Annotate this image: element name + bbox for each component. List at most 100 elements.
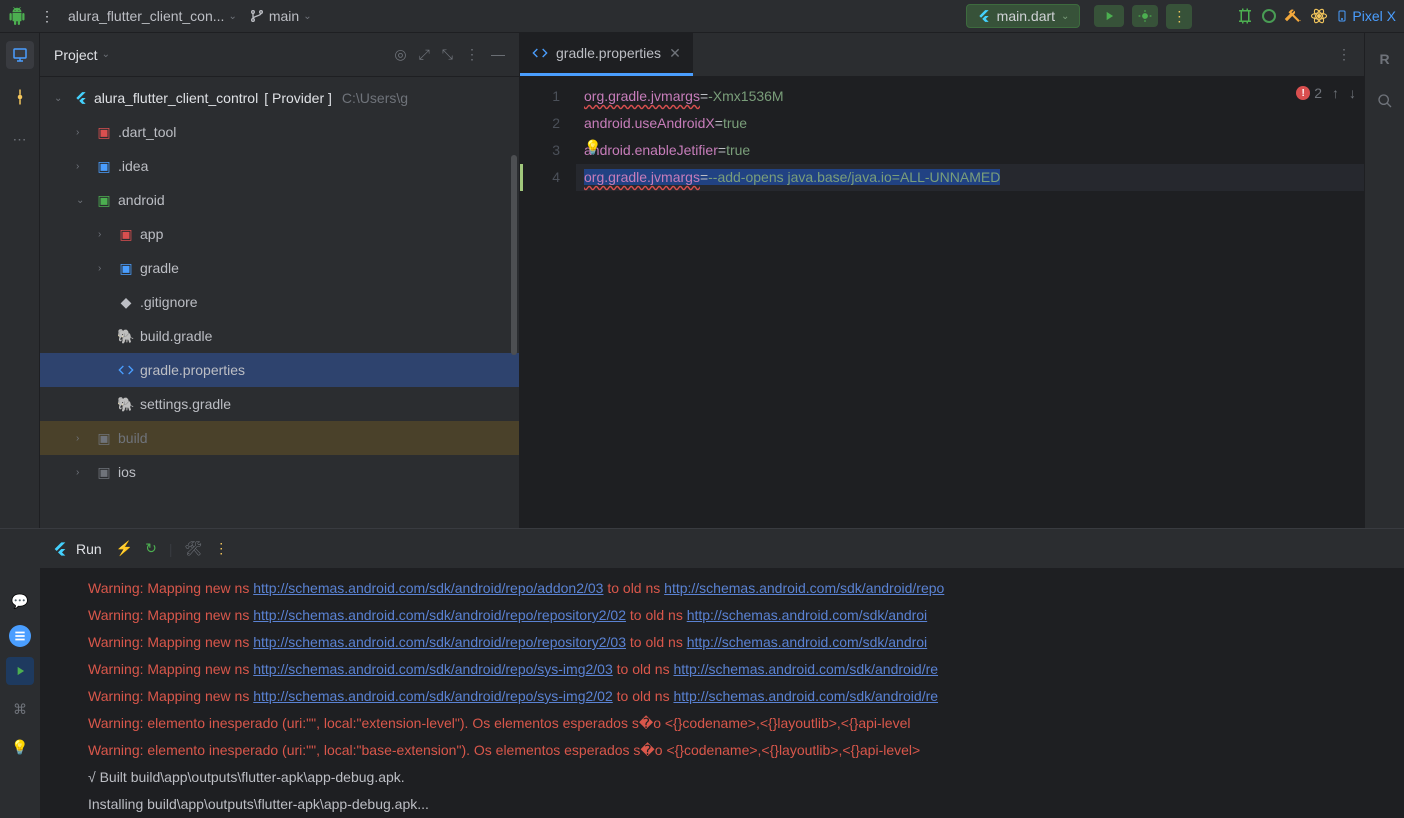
- search-icon[interactable]: [1371, 87, 1399, 115]
- chevron-right-icon: ›: [76, 467, 90, 478]
- line-number: 4: [520, 164, 576, 191]
- record-icon[interactable]: [1262, 9, 1276, 23]
- folder-icon: ▣: [118, 226, 134, 242]
- chevron-down-icon: ⌄: [303, 11, 311, 22]
- problems-icon[interactable]: 💡: [6, 733, 34, 761]
- error-badge[interactable]: ! 2: [1296, 85, 1322, 101]
- project-name-label: alura_flutter_client_con...: [68, 8, 224, 24]
- chevron-down-icon: ⌄: [228, 11, 236, 22]
- atom-icon[interactable]: [1310, 7, 1328, 25]
- play-icon[interactable]: [6, 657, 34, 685]
- branch-label: main: [269, 8, 299, 24]
- run-output[interactable]: ↑ ↓ ↩ 🖶 🗑 Warning: Mapping new ns http:/…: [40, 569, 1404, 818]
- target-icon[interactable]: ◎: [394, 46, 406, 63]
- flutter-icon: [52, 541, 68, 557]
- chevron-down-icon: ⌄: [76, 195, 90, 206]
- folder-icon: ▣: [118, 260, 134, 276]
- extension-icon[interactable]: [1236, 7, 1254, 25]
- db-icon[interactable]: [9, 625, 31, 647]
- project-selector[interactable]: alura_flutter_client_con... ⌄: [68, 8, 237, 24]
- line-number: 2: [523, 110, 576, 137]
- panel-menu-icon[interactable]: ⋮: [465, 46, 479, 63]
- project-panel: Project ⌄ ◎ ⤢ ⤡ ⋮ — ⌄ alura_flutter_clie…: [40, 33, 520, 528]
- gradle-icon: 🐘: [118, 328, 134, 344]
- tab-menu-icon[interactable]: ⋮: [1324, 33, 1364, 76]
- code-editor[interactable]: 1 2 3 4 org.gradle.jvmargs=-Xmx1536M and…: [520, 77, 1364, 528]
- editor-tab[interactable]: gradle.properties ✕: [520, 33, 693, 76]
- flutter-icon: [74, 91, 88, 105]
- chevron-down-icon: ⌄: [102, 49, 110, 60]
- minimize-icon[interactable]: —: [491, 46, 505, 63]
- tree-item-android[interactable]: ⌄ ▣ android: [40, 183, 519, 217]
- properties-icon: [532, 45, 548, 61]
- more-run-icon[interactable]: ⋮: [1166, 4, 1192, 29]
- debug-button[interactable]: [1132, 5, 1158, 27]
- run-config-selector[interactable]: main.dart ⌄: [966, 4, 1081, 28]
- nav-up-icon[interactable]: ↑: [1332, 85, 1339, 101]
- gradle-icon: 🐘: [118, 396, 134, 412]
- project-tool-icon[interactable]: [6, 41, 34, 69]
- nav-down-icon[interactable]: ↓: [1349, 85, 1356, 101]
- tools-icon[interactable]: [1284, 7, 1302, 25]
- run-header: Run ⚡ ↻ | 🛠 ⋮: [40, 529, 1404, 569]
- folder-icon: ▣: [96, 464, 112, 480]
- commit-tool-icon[interactable]: [6, 83, 34, 111]
- branch-icon: [249, 8, 265, 24]
- tree-root[interactable]: ⌄ alura_flutter_client_control [ Provide…: [40, 81, 519, 115]
- chevron-down-icon: ⌄: [54, 93, 68, 104]
- panel-title[interactable]: Project ⌄: [54, 47, 394, 63]
- tab-label: gradle.properties: [556, 45, 661, 61]
- run-title-label: Run: [76, 541, 102, 557]
- collapse-icon[interactable]: ⤡: [442, 46, 453, 63]
- run-menu-icon[interactable]: ⋮: [214, 540, 228, 557]
- tree-item-build-gradle[interactable]: 🐘 build.gradle: [40, 319, 519, 353]
- folder-icon: ▣: [96, 192, 112, 208]
- branch-selector[interactable]: main ⌄: [249, 8, 312, 24]
- line-number: 1: [523, 83, 576, 110]
- gitignore-icon: ◆: [118, 294, 134, 310]
- root-name: alura_flutter_client_control: [94, 90, 258, 106]
- error-icon: !: [1296, 86, 1310, 100]
- lightbulb-icon[interactable]: 💡: [584, 139, 601, 156]
- structure-icon[interactable]: ⌘: [6, 695, 34, 723]
- chevron-right-icon: ›: [76, 433, 90, 444]
- expand-icon[interactable]: ⤢: [419, 46, 430, 63]
- chevron-right-icon: ›: [76, 127, 90, 138]
- chat-icon[interactable]: 💬: [6, 587, 34, 615]
- tree-item-idea[interactable]: › ▣ .idea: [40, 149, 519, 183]
- close-icon[interactable]: ✕: [669, 45, 681, 62]
- main-menu-icon[interactable]: ⋮: [38, 7, 56, 25]
- device-selector[interactable]: Pixel X: [1336, 7, 1396, 25]
- tree-item-gradle-properties[interactable]: gradle.properties: [40, 353, 519, 387]
- tree-item-ios[interactable]: › ▣ ios: [40, 455, 519, 489]
- left-tool-rail: ⋯: [0, 33, 40, 528]
- hot-reload-icon[interactable]: ⚡: [116, 540, 133, 557]
- gutter: 1 2 3 4: [520, 77, 576, 528]
- editor-status: ! 2 ↑ ↓: [1296, 85, 1356, 101]
- right-tool-rail: R: [1364, 33, 1404, 528]
- run-button[interactable]: [1094, 5, 1124, 27]
- flutter-icon: [977, 9, 991, 23]
- chevron-right-icon: ›: [98, 229, 112, 240]
- code-content[interactable]: org.gradle.jvmargs=-Xmx1536M android.use…: [576, 77, 1364, 528]
- more-tool-icon[interactable]: ⋯: [6, 125, 34, 153]
- folder-icon: ▣: [96, 430, 112, 446]
- tree-item-build[interactable]: › ▣ build: [40, 421, 519, 455]
- tree-item-gitignore[interactable]: ◆ .gitignore: [40, 285, 519, 319]
- tree-item-app[interactable]: › ▣ app: [40, 217, 519, 251]
- project-tree[interactable]: ⌄ alura_flutter_client_control [ Provide…: [40, 77, 519, 528]
- devtools-icon[interactable]: 🛠: [185, 540, 203, 557]
- run-panel: 💬 ⌘ 💡 Run ⚡ ↻ | 🛠 ⋮ ↑ ↓: [0, 528, 1404, 818]
- editor-tabs: gradle.properties ✕ ⋮: [520, 33, 1364, 77]
- line-number: 3: [523, 137, 576, 164]
- run-left-rail: 💬 ⌘ 💡: [0, 529, 40, 818]
- folder-icon: ▣: [96, 124, 112, 140]
- tree-scrollbar[interactable]: [511, 155, 517, 355]
- folder-icon: ▣: [96, 158, 112, 174]
- tree-item-dart-tool[interactable]: › ▣ .dart_tool: [40, 115, 519, 149]
- root-path: C:\Users\g: [342, 90, 408, 106]
- tree-item-settings-gradle[interactable]: 🐘 settings.gradle: [40, 387, 519, 421]
- notification-icon[interactable]: R: [1371, 45, 1399, 73]
- hot-restart-icon[interactable]: ↻: [145, 540, 157, 557]
- tree-item-gradle[interactable]: › ▣ gradle: [40, 251, 519, 285]
